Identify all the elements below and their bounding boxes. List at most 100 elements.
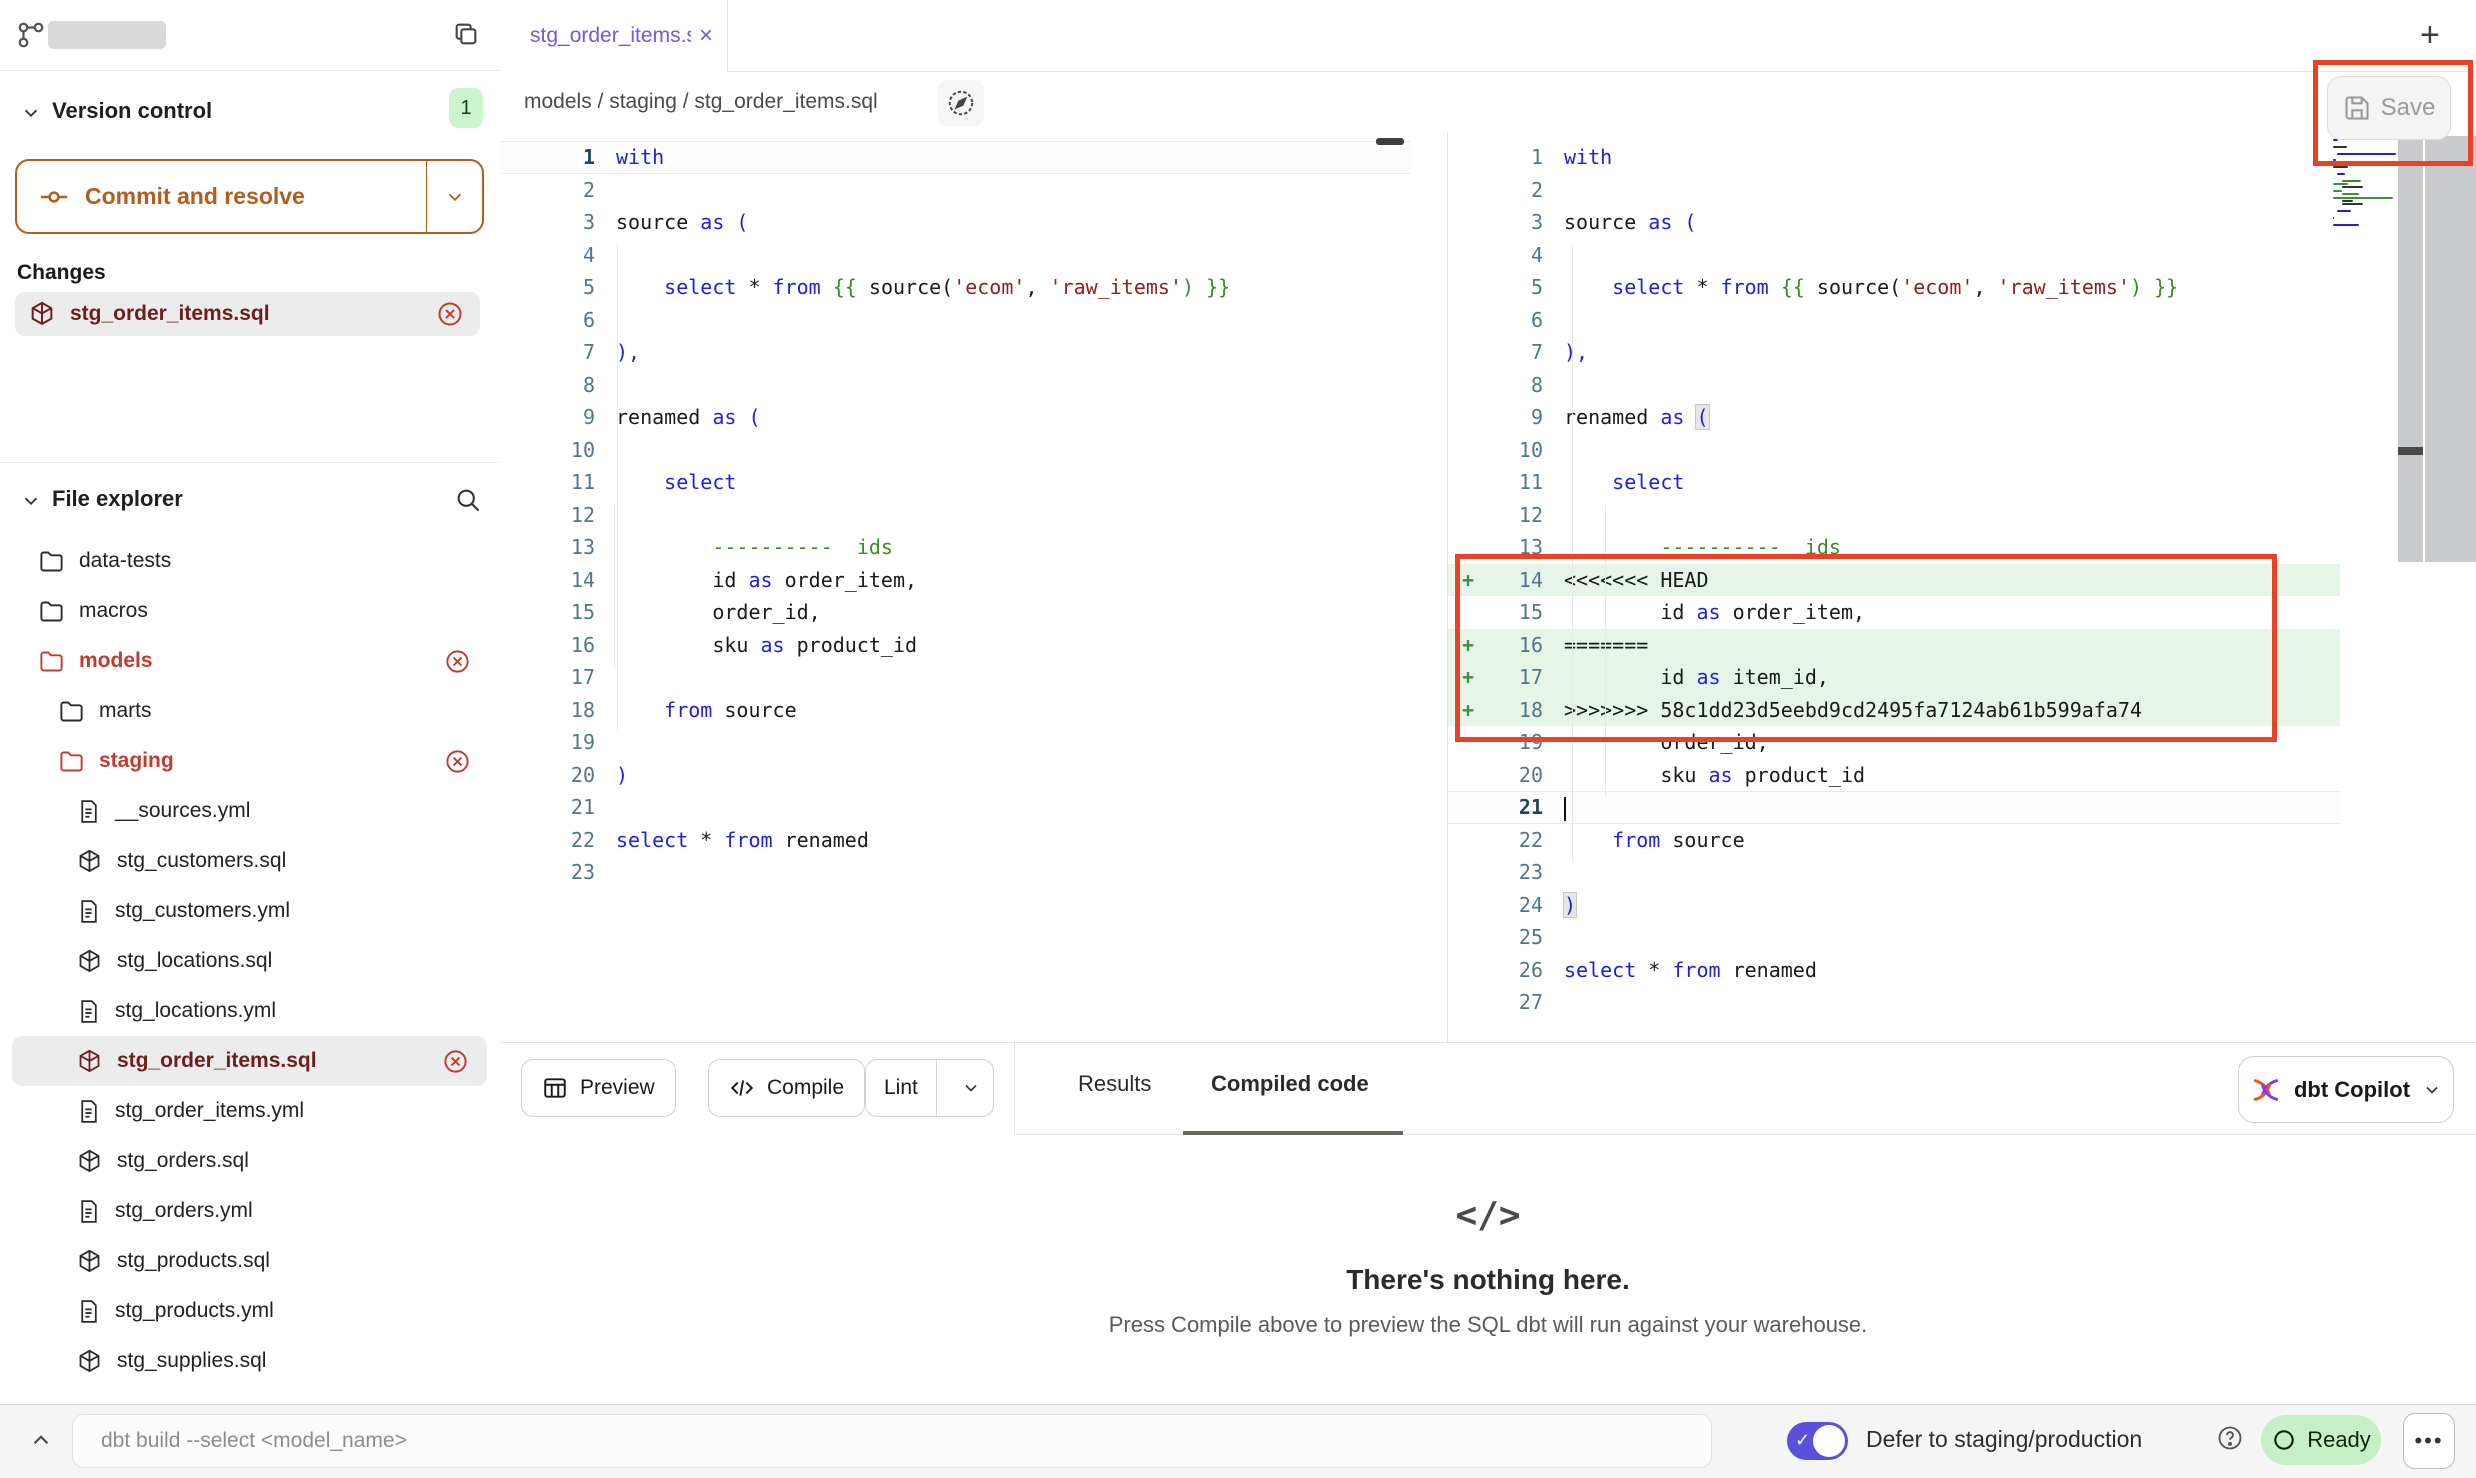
code-line-8[interactable]: 8 [500,369,1410,402]
code-line-10[interactable]: 10 [500,434,1410,467]
code-line-16[interactable]: +16======= [1448,629,2340,662]
tab-compiled-code[interactable]: Compiled code [1211,1071,1369,1097]
code-line-25[interactable]: 25 [1448,921,2340,954]
code-line-11[interactable]: 11 select [1448,466,2340,499]
new-tab-button[interactable]: + [2420,18,2440,52]
tree-item-stg-customers-yml[interactable]: stg_customers.yml [0,886,499,936]
tree-item-marts[interactable]: marts [0,686,499,736]
code-line-6[interactable]: 6 [1448,304,2340,337]
code-line-13[interactable]: 13 ---------- ids [500,531,1410,564]
tab-close-icon[interactable]: × [699,22,713,50]
tree-item-data-tests[interactable]: data-tests [0,536,499,586]
minimap[interactable] [2333,139,2397,231]
right-scrollbar-thumb[interactable] [2398,447,2423,455]
code-line-14[interactable]: +14<<<<<<< HEAD [1448,564,2340,597]
code-line-22[interactable]: 22 from source [1448,824,2340,857]
tree-item-stg-supplies-sql[interactable]: stg_supplies.sql [0,1336,499,1386]
preview-button[interactable]: Preview [521,1059,676,1117]
tree-item-stg-orders-yml[interactable]: stg_orders.yml [0,1186,499,1236]
save-button[interactable]: Save [2327,76,2451,140]
conflict-x-circle-icon[interactable] [436,300,464,328]
code-line-15[interactable]: 15 id as order_item, [1448,596,2340,629]
code-line-9[interactable]: 9renamed as ( [1448,401,2340,434]
tree-item-stg-order-items-sql[interactable]: stg_order_items.sql [12,1036,487,1086]
defer-toggle[interactable]: ✓ [1787,1422,1848,1460]
tree-item-stg-customers-sql[interactable]: stg_customers.sql [0,836,499,886]
code-line-22[interactable]: 22select * from renamed [500,824,1410,857]
code-line-7[interactable]: 7), [1448,336,2340,369]
command-input[interactable]: dbt build --select <model_name> [72,1414,1712,1468]
help-icon[interactable] [2216,1424,2244,1452]
code-line-8[interactable]: 8 [1448,369,2340,402]
code-line-11[interactable]: 11 select [500,466,1410,499]
code-line-3[interactable]: 3source as ( [500,206,1410,239]
tree-item--sources-yml[interactable]: __sources.yml [0,786,499,836]
git-branch-icon[interactable] [16,20,46,50]
code-line-20[interactable]: 20 sku as product_id [1448,759,2340,792]
dbt-copilot-button[interactable]: dbt Copilot [2238,1056,2454,1123]
code-line-20[interactable]: 20) [500,759,1410,792]
lint-dropdown-button[interactable] [949,1060,993,1116]
editor-pane-right[interactable]: 1with23source as (45 select * from {{ so… [1448,133,2476,1042]
code-line-5[interactable]: 5 select * from {{ source('ecom', 'raw_i… [1448,271,2340,304]
code-line-26[interactable]: 26select * from renamed [1448,954,2340,987]
code-line-3[interactable]: 3source as ( [1448,206,2340,239]
code-line-18[interactable]: 18 from source [500,694,1410,727]
code-line-23[interactable]: 23 [500,856,1410,889]
tree-item-stg-order-items-yml[interactable]: stg_order_items.yml [0,1086,499,1136]
code-line-9[interactable]: 9renamed as ( [500,401,1410,434]
more-options-button[interactable]: ••• [2403,1413,2455,1469]
code-line-21[interactable]: 21 [1448,791,2340,824]
commit-dropdown-button[interactable] [426,161,482,232]
tree-item-staging[interactable]: staging [0,736,499,786]
code-line-7[interactable]: 7), [500,336,1410,369]
code-line-18[interactable]: +18>>>>>>> 58c1dd23d5eebd9cd2495fa7124ab… [1448,694,2340,727]
code-line-1[interactable]: 1with [500,141,1410,174]
tree-item-stg-products-sql[interactable]: stg_products.sql [0,1236,499,1286]
search-icon[interactable] [454,486,482,514]
code-line-24[interactable]: 24) [1448,889,2340,922]
lint-split-button[interactable]: Lint [865,1059,994,1117]
chevron-down-icon[interactable] [20,102,42,124]
editor-pane-left[interactable]: 1with23source as (45 select * from {{ so… [500,133,1448,1042]
code-line-17[interactable]: 17 [500,661,1410,694]
compile-button[interactable]: Compile [708,1059,865,1117]
lineage-compass-icon[interactable] [938,80,984,126]
code-line-15[interactable]: 15 order_id, [500,596,1410,629]
code-line-27[interactable]: 27 [1448,986,2340,1019]
code-line-19[interactable]: 19 [500,726,1410,759]
code-line-10[interactable]: 10 [1448,434,2340,467]
chevron-down-icon[interactable] [20,490,42,512]
tree-item-stg-locations-sql[interactable]: stg_locations.sql [0,936,499,986]
code-line-5[interactable]: 5 select * from {{ source('ecom', 'raw_i… [500,271,1410,304]
tree-item-stg-orders-sql[interactable]: stg_orders.sql [0,1136,499,1186]
tab-stg-order-items[interactable]: stg_order_items.sql (last c... × [500,0,728,72]
x-circle-icon[interactable] [442,1048,469,1075]
code-line-4[interactable]: 4 [500,239,1410,272]
code-line-4[interactable]: 4 [1448,239,2340,272]
tree-item-stg-products-yml[interactable]: stg_products.yml [0,1286,499,1336]
tab-results[interactable]: Results [1078,1071,1151,1097]
code-line-14[interactable]: 14 id as order_item, [500,564,1410,597]
changed-file-row[interactable]: stg_order_items.sql [15,292,480,336]
tree-item-macros[interactable]: macros [0,586,499,636]
code-line-13[interactable]: 13 ---------- ids [1448,531,2340,564]
code-line-16[interactable]: 16 sku as product_id [500,629,1410,662]
x-circle-icon[interactable] [444,748,471,775]
tree-item-stg-locations-yml[interactable]: stg_locations.yml [0,986,499,1036]
code-line-19[interactable]: 19 order_id, [1448,726,2340,759]
copy-icon[interactable] [452,20,480,48]
chevron-up-icon[interactable] [28,1427,54,1453]
code-line-12[interactable]: 12 [500,499,1410,532]
code-line-1[interactable]: 1with [1448,141,2340,174]
code-line-2[interactable]: 2 [1448,174,2340,207]
code-line-2[interactable]: 2 [500,174,1410,207]
code-line-21[interactable]: 21 [500,791,1410,824]
right-scrollbar-track[interactable] [2398,136,2423,562]
code-line-17[interactable]: +17 id as item_id, [1448,661,2340,694]
code-line-12[interactable]: 12 [1448,499,2340,532]
commit-and-resolve-button[interactable]: Commit and resolve [15,159,484,234]
code-line-23[interactable]: 23 [1448,856,2340,889]
x-circle-icon[interactable] [444,648,471,675]
tree-item-models[interactable]: models [0,636,499,686]
